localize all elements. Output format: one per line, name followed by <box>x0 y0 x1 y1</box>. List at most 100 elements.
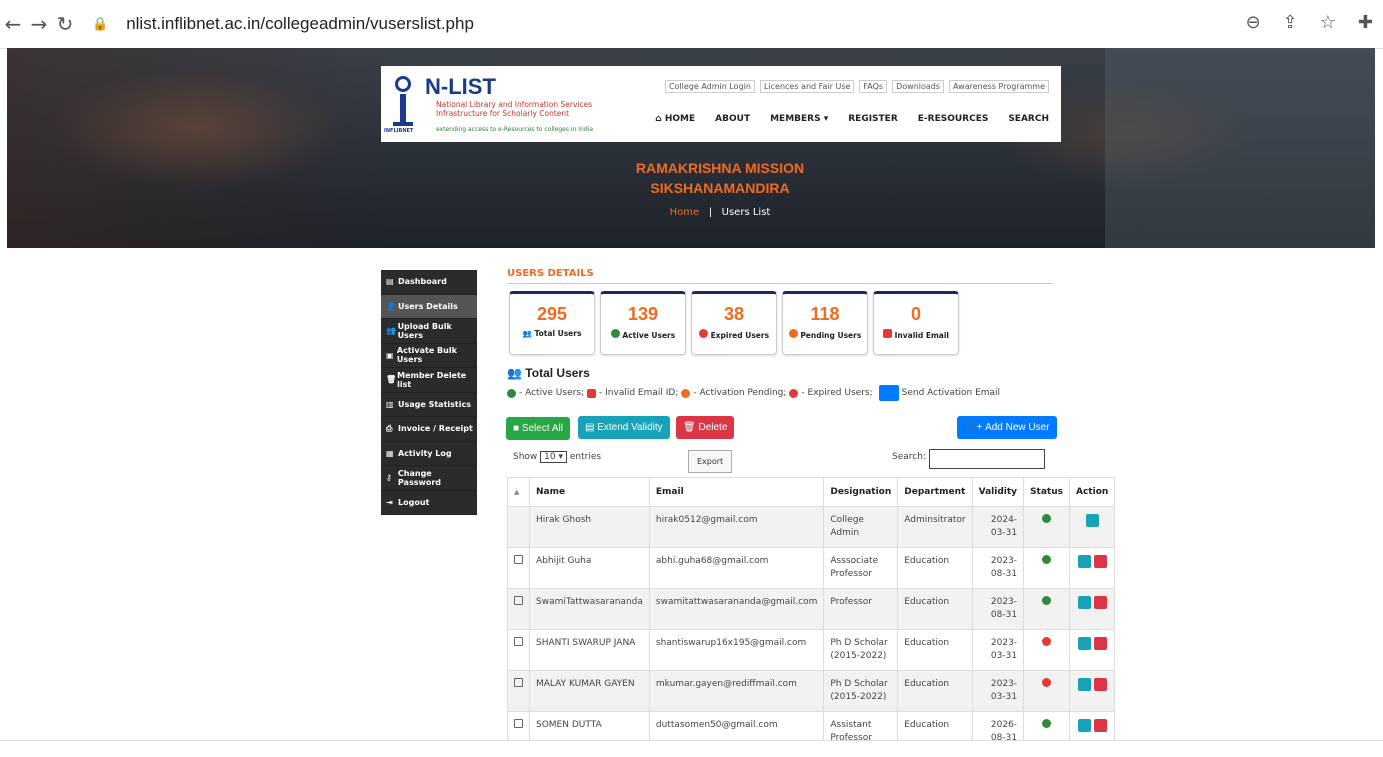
sidebar-item-logout[interactable]: ⇥ Logout <box>381 491 477 515</box>
column-header-validity[interactable]: Validity <box>971 477 1025 507</box>
cell-department: Education <box>897 547 973 589</box>
star-icon[interactable]: ☆ <box>1320 12 1336 33</box>
row-checkbox-cell[interactable] <box>507 670 530 712</box>
edit-icon[interactable] <box>1077 637 1091 650</box>
table-row: Abhijit Guha abhi.guha68@gmail.com Asssoci… <box>507 547 1116 589</box>
row-checkbox[interactable] <box>514 678 523 687</box>
delete-icon[interactable] <box>1093 719 1107 732</box>
column-header-name[interactable]: Name <box>529 477 650 507</box>
delete-button[interactable]: 🗑 Delete <box>676 416 735 439</box>
toplink-downloads[interactable]: Downloads <box>892 80 945 93</box>
cell-department: Education <box>897 588 973 630</box>
row-checkbox-cell[interactable] <box>507 547 530 589</box>
sidebar-item-change-password[interactable]: ⚷ Change Password <box>381 466 477 491</box>
sidebar-item-users-details[interactable]: 👤 Users Details <box>381 294 477 319</box>
logo-title[interactable]: N-LIST <box>425 74 496 100</box>
key-icon: ⚷ <box>386 473 392 483</box>
cell-action <box>1068 547 1116 589</box>
row-checkbox-cell[interactable] <box>507 629 530 671</box>
cell-designation: Ph D Scholar (2015-2022) <box>823 670 899 712</box>
column-header-status[interactable]: Status <box>1023 477 1070 507</box>
footer-strip <box>0 740 1383 757</box>
edit-icon[interactable] <box>1085 514 1099 527</box>
menu-register[interactable]: REGISTER <box>848 114 898 124</box>
check-square-icon: ■ <box>513 423 522 434</box>
toplink-licences[interactable]: Licences and Fair Use <box>759 80 855 93</box>
logo-tagline: extending access to e-Resources to colle… <box>436 126 593 133</box>
sidebar-item-invoice[interactable]: ⎙ Invoice / Receipt <box>381 417 477 442</box>
delete-icon[interactable] <box>1093 637 1107 650</box>
sidebar-item-usage-stats[interactable]: ▥ Usage Statistics <box>381 393 477 417</box>
dashboard-icon: ▤ <box>386 277 394 287</box>
column-header-department[interactable]: Department <box>897 477 973 507</box>
row-checkbox[interactable] <box>514 555 523 564</box>
status-active-icon <box>1042 555 1052 564</box>
cell-validity: 2023-03-31 <box>971 629 1025 671</box>
sidebar-item-member-delete[interactable]: 🗑 Member Delete list <box>381 368 477 393</box>
sort-column[interactable]: ▲ <box>507 477 530 507</box>
cell-name: Hirak Ghosh <box>529 506 650 548</box>
column-header-designation[interactable]: Designation <box>823 477 899 507</box>
menu-eresources[interactable]: E-RESOURCES <box>918 114 989 124</box>
cell-department: Education <box>897 629 973 671</box>
add-new-user-button[interactable]: 👤+ Add New User <box>957 416 1057 439</box>
upload-icon: 👥 <box>386 326 396 336</box>
home-icon: ⌂ <box>655 114 665 124</box>
delete-icon[interactable] <box>1093 555 1107 568</box>
toplink-faqs[interactable]: FAQs <box>859 80 888 93</box>
edit-icon[interactable] <box>1077 678 1091 691</box>
extend-validity-button[interactable]: ▤ Extend Validity <box>578 416 670 439</box>
back-icon[interactable]: ← <box>0 12 26 36</box>
delete-icon[interactable] <box>1093 678 1107 691</box>
log-icon: ▦ <box>386 448 394 458</box>
sidebar-item-upload-bulk[interactable]: 👥 Upload Bulk Users <box>381 319 477 344</box>
delete-icon[interactable] <box>1093 596 1107 609</box>
users-icon: 👤 <box>386 301 396 311</box>
cell-designation: Ph D Scholar (2015-2022) <box>823 629 899 671</box>
menu-search[interactable]: SEARCH <box>1008 114 1049 124</box>
stat-active-users: 139 Active Users <box>600 291 686 355</box>
export-button[interactable]: Export <box>688 450 733 473</box>
forward-icon[interactable]: → <box>26 12 52 36</box>
status-expired-icon <box>1042 637 1052 646</box>
cell-designation: Professor <box>823 588 899 630</box>
sidebar-item-activate-bulk[interactable]: ▣ Activate Bulk Users <box>381 344 477 368</box>
college-name: RAMAKRISHNA MISSION SIKSHANAMANDIRA <box>635 160 805 196</box>
edit-icon[interactable] <box>1077 596 1091 609</box>
reload-icon[interactable]: ↻ <box>52 12 78 36</box>
row-checkbox[interactable] <box>514 596 523 605</box>
cell-status <box>1023 629 1070 671</box>
breadcrumb-home[interactable]: Home <box>670 207 700 218</box>
menu-members[interactable]: MEMBERS ▾ <box>770 114 828 124</box>
select-all-button[interactable]: ■ Select All <box>506 417 570 440</box>
table-row: Hirak Ghosh hirak0512@gmail.com College Ad… <box>507 506 1116 548</box>
search-input[interactable] <box>929 449 1045 469</box>
row-checkbox[interactable] <box>514 637 523 646</box>
pending-icon <box>788 329 798 338</box>
entries-select[interactable]: 10 ▾ <box>540 451 568 463</box>
cell-name: SHANTI SWARUP JANA <box>529 629 650 671</box>
menu-home[interactable]: ⌂ HOME <box>655 114 695 124</box>
lock-icon[interactable]: 🔒 <box>92 17 108 32</box>
trash-icon: 🗑 <box>386 375 397 385</box>
sidebar-item-activity-log[interactable]: ▦ Activity Log <box>381 442 477 466</box>
users-icon: 👥 <box>507 366 522 380</box>
toplink-awareness[interactable]: Awareness Programme <box>949 80 1049 93</box>
edit-icon[interactable] <box>1077 555 1091 568</box>
menu-about[interactable]: ABOUT <box>715 114 750 124</box>
column-header-email[interactable]: Email <box>648 477 825 507</box>
share-icon[interactable]: ⇪ <box>1283 12 1298 33</box>
toplink-admin-login[interactable]: College Admin Login <box>664 80 755 93</box>
extensions-icon[interactable]: ✚ <box>1358 12 1373 33</box>
logo-org: INFLIBNET <box>384 128 414 134</box>
status-legend: - Active Users; - Invalid Email ID; - Ac… <box>507 385 1000 401</box>
zoom-icon[interactable]: ⊖ <box>1246 12 1261 33</box>
row-checkbox[interactable] <box>514 719 523 728</box>
row-checkbox-cell[interactable] <box>507 588 530 630</box>
cell-department: Adminsitrator <box>897 506 973 548</box>
edit-icon[interactable] <box>1077 719 1091 732</box>
cell-email: abhi.guha68@gmail.com <box>648 547 825 589</box>
address-bar[interactable]: nlist.inflibnet.ac.in/collegeadmin/vuser… <box>126 14 474 34</box>
row-checkbox-cell[interactable] <box>507 506 530 548</box>
sidebar-item-dashboard[interactable]: ▤ Dashboard <box>381 270 477 295</box>
